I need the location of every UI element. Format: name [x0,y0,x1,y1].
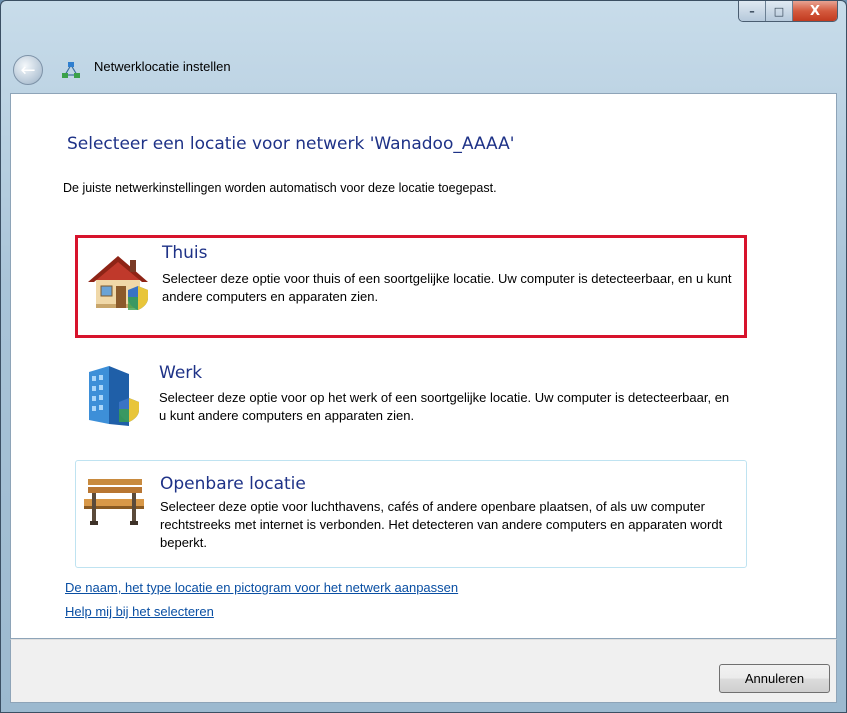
customize-network-link[interactable]: De naam, het type locatie en pictogram v… [65,580,458,595]
option-home[interactable]: Thuis Selecteer deze optie voor thuis of… [75,235,747,338]
page-description: De juiste netwerkinstellingen worden aut… [63,181,497,195]
option-work-title: Werk [159,363,203,383]
option-public-description: Selecteer deze optie voor luchthavens, c… [160,499,723,550]
option-work-description: Selecteer deze optie voor op het werk of… [159,390,730,423]
window-title: Netwerklocatie instellen [94,59,231,74]
title-bar: – □ X ← Netwerklocatie instellen [1,1,846,93]
cancel-button[interactable]: Annuleren [719,664,830,693]
park-bench-icon [84,479,144,525]
house-icon [88,256,148,310]
back-arrow-icon: ← [20,59,36,81]
office-building-icon [89,366,139,426]
option-home-description: Selecteer deze optie voor thuis of een s… [162,271,732,304]
option-work[interactable]: Werk Selecteer deze optie voor op het we… [75,356,747,446]
back-button[interactable]: ← [13,55,43,85]
help-selecting-link[interactable]: Help mij bij het selecteren [65,604,214,619]
dialog-window: – □ X ← Netwerklocatie instellen Selecte… [0,0,847,713]
maximize-button[interactable]: □ [766,1,793,21]
minimize-button[interactable]: – [739,1,766,21]
page-heading: Selecteer een locatie voor netwerk 'Wana… [67,134,515,154]
option-public[interactable]: Openbare locatie Selecteer deze optie vo… [75,460,747,568]
option-public-title: Openbare locatie [160,474,306,494]
close-button[interactable]: X [793,1,837,21]
dialog-footer: Annuleren [10,639,837,703]
option-home-title: Thuis [162,243,208,263]
content-panel: Selecteer een locatie voor netwerk 'Wana… [10,93,837,639]
window-controls: – □ X [738,1,838,22]
network-icon [62,62,80,78]
